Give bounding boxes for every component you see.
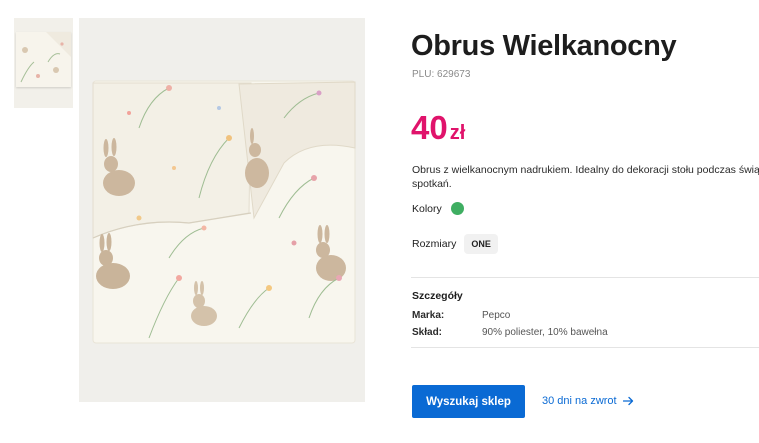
sizes-label: Rozmiary bbox=[412, 238, 457, 250]
tablecloth-illustration bbox=[79, 18, 365, 402]
colors-label: Kolory bbox=[412, 202, 442, 215]
divider-bottom bbox=[411, 347, 759, 348]
arrow-right-icon bbox=[622, 396, 633, 406]
details-key: Skład: bbox=[412, 327, 443, 338]
product-title: Obrus Wielkanocny bbox=[411, 30, 677, 62]
details-value: 90% poliester, 10% bawełna bbox=[482, 327, 608, 338]
return-policy-label: 30 dni na zwrot bbox=[542, 395, 617, 407]
product-thumbnail[interactable] bbox=[14, 18, 73, 108]
details-row-composition: Skład: 90% poliester, 10% bawełna bbox=[412, 327, 608, 338]
price-currency: zł bbox=[449, 122, 466, 144]
price-amount: 40 bbox=[411, 109, 448, 146]
divider-top bbox=[411, 277, 759, 278]
size-option-one[interactable]: ONE bbox=[464, 234, 498, 254]
description-line-1: Obrus z wielkanocnym nadrukiem. Idealny … bbox=[412, 164, 759, 176]
return-policy-link[interactable]: 30 dni na zwrot bbox=[542, 395, 634, 407]
product-price: 40 zł bbox=[411, 109, 465, 147]
details-value: Pepco bbox=[482, 310, 511, 321]
details-title: Szczegóły bbox=[412, 290, 463, 302]
product-main-image[interactable] bbox=[79, 18, 365, 402]
details-key: Marka: bbox=[412, 310, 445, 321]
product-plu: PLU: 629673 bbox=[412, 69, 471, 80]
thumbnail-image bbox=[16, 32, 71, 87]
product-description: Obrus z wielkanocnym nadrukiem. Idealny … bbox=[412, 163, 759, 193]
details-row-brand: Marka: Pepco bbox=[412, 310, 510, 321]
description-line-2: spotkań. bbox=[412, 178, 452, 190]
color-swatch-green[interactable] bbox=[450, 202, 464, 215]
find-store-button[interactable]: Wyszukaj sklep bbox=[412, 385, 525, 418]
color-selector: Kolory bbox=[412, 202, 464, 215]
size-selector: Rozmiary ONE bbox=[412, 234, 498, 254]
